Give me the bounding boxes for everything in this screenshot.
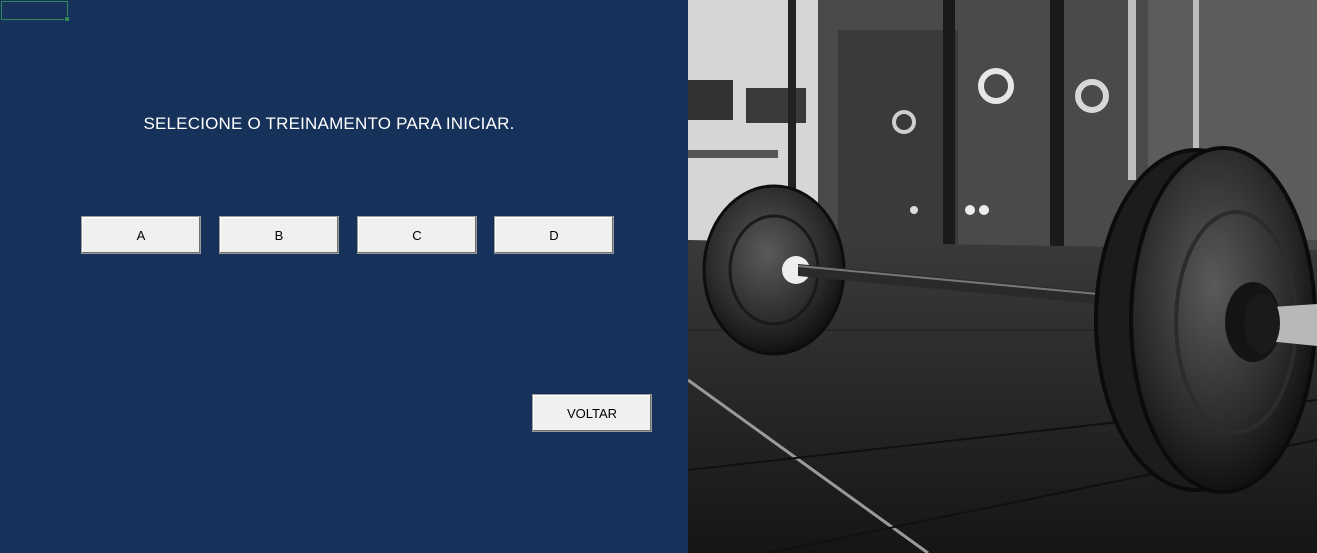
- option-d-button[interactable]: D: [494, 216, 614, 254]
- option-b-button[interactable]: B: [219, 216, 339, 254]
- page-title: SELECIONE O TREINAMENTO PARA INICIAR.: [143, 114, 515, 133]
- back-button[interactable]: VOLTAR: [532, 394, 652, 432]
- option-c-button[interactable]: C: [357, 216, 477, 254]
- barbell-photo-illustration: [688, 0, 1317, 553]
- left-panel: SELECIONE O TREINAMENTO PARA INICIAR. A …: [0, 0, 688, 553]
- option-a-button[interactable]: A: [81, 216, 201, 254]
- gym-barbell-image: [688, 0, 1317, 553]
- selected-cell[interactable]: [1, 1, 70, 22]
